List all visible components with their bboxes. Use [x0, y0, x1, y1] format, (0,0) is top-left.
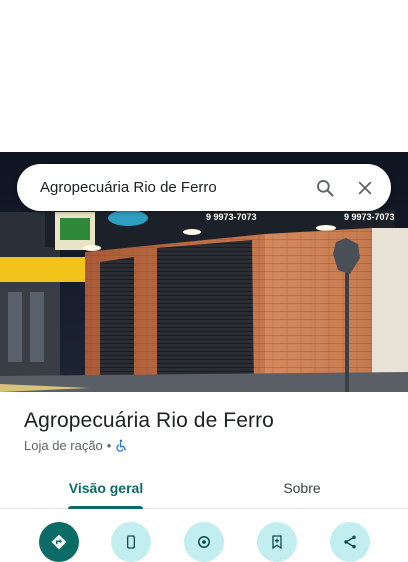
- tab-overview[interactable]: Visão geral: [30, 467, 182, 508]
- active-tab-indicator: [68, 506, 143, 509]
- sign-phone-left: 9 9973-7073: [206, 212, 257, 222]
- save-icon: [272, 535, 282, 550]
- close-icon: [358, 181, 372, 194]
- directions-icon: [51, 534, 67, 550]
- wheelchair-accessible-icon: [116, 439, 127, 452]
- save-button[interactable]: [257, 522, 297, 562]
- search-input[interactable]: Agropecuária Rio de Ferro: [40, 179, 305, 196]
- directions-button[interactable]: [39, 522, 79, 562]
- separator-dot: •: [106, 438, 112, 453]
- share-button[interactable]: [330, 522, 370, 562]
- tab-about[interactable]: Sobre: [226, 467, 378, 508]
- sign-phone-right: 9 9973-7073: [344, 212, 395, 222]
- place-title: Agropecuária Rio de Ferro: [24, 409, 274, 432]
- search-button[interactable]: [305, 168, 345, 208]
- share-icon: [344, 535, 356, 549]
- clear-button[interactable]: [345, 168, 385, 208]
- action-row: [0, 522, 408, 562]
- search-icon: [317, 179, 334, 196]
- place-subtitle: Loja de ração •: [24, 438, 128, 453]
- call-button[interactable]: [111, 522, 151, 562]
- phone-icon: [127, 535, 135, 549]
- place-category: Loja de ração: [24, 438, 103, 453]
- tab-bar: Visão geral Sobre: [0, 467, 408, 509]
- location-icon: [198, 536, 210, 548]
- search-bar[interactable]: Agropecuária Rio de Ferro: [17, 164, 391, 211]
- location-button[interactable]: [184, 522, 224, 562]
